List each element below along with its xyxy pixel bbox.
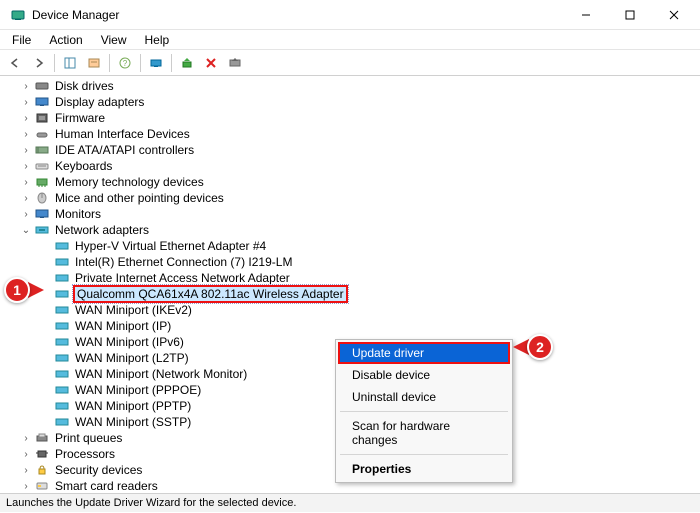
toolbar-separator: [109, 54, 110, 72]
ide-icon: [34, 143, 50, 157]
disable-button[interactable]: [224, 52, 246, 74]
mouse-icon: [34, 191, 50, 205]
uninstall-button[interactable]: [200, 52, 222, 74]
hid-icon: [34, 127, 50, 141]
toolbar-separator: [140, 54, 141, 72]
tree-item[interactable]: › Memory technology devices: [8, 174, 700, 190]
tree-item[interactable]: › Firmware: [8, 110, 700, 126]
collapse-icon[interactable]: ⌄: [20, 225, 32, 236]
tree-item[interactable]: Private Internet Access Network Adapter: [8, 270, 700, 286]
help-button[interactable]: ?: [114, 52, 136, 74]
disk-icon: [34, 79, 50, 93]
expand-icon[interactable]: ›: [20, 481, 32, 492]
tree-item[interactable]: Hyper-V Virtual Ethernet Adapter #4: [8, 238, 700, 254]
menu-help[interactable]: Help: [137, 31, 178, 49]
minimize-button[interactable]: [564, 0, 608, 30]
keyboard-icon: [34, 159, 50, 173]
app-icon: [10, 7, 26, 23]
adapter-icon: [54, 303, 70, 317]
adapter-icon: [54, 399, 70, 413]
menu-action[interactable]: Action: [41, 31, 90, 49]
context-menu-scan[interactable]: Scan for hardware changes: [338, 415, 510, 451]
tree-item[interactable]: › Display adapters: [8, 94, 700, 110]
titlebar: Device Manager: [0, 0, 700, 30]
expand-icon[interactable]: ›: [20, 209, 32, 220]
tree-item[interactable]: › IDE ATA/ATAPI controllers: [8, 142, 700, 158]
adapter-icon: [54, 319, 70, 333]
monitor-icon: [34, 207, 50, 221]
menu-file[interactable]: File: [4, 31, 39, 49]
toolbar-separator: [171, 54, 172, 72]
smartcard-icon: [34, 479, 50, 493]
context-menu-disable[interactable]: Disable device: [338, 364, 510, 386]
menu-view[interactable]: View: [93, 31, 135, 49]
printer-icon: [34, 431, 50, 445]
context-menu-separator: [340, 411, 508, 412]
context-menu-properties[interactable]: Properties: [338, 458, 510, 480]
adapter-icon: [54, 239, 70, 253]
expand-icon[interactable]: ›: [20, 81, 32, 92]
close-button[interactable]: [652, 0, 696, 30]
expand-icon[interactable]: ›: [20, 145, 32, 156]
properties-button[interactable]: [83, 52, 105, 74]
toolbar-separator: [54, 54, 55, 72]
firmware-icon: [34, 111, 50, 125]
statusbar-text: Launches the Update Driver Wizard for th…: [6, 497, 296, 509]
annotation-callout-1: 1: [4, 277, 30, 303]
tree-item-network-adapters[interactable]: ⌄ Network adapters: [8, 222, 700, 238]
scan-hardware-button[interactable]: [145, 52, 167, 74]
svg-text:?: ?: [123, 59, 128, 68]
tree-item[interactable]: › Keyboards: [8, 158, 700, 174]
expand-icon[interactable]: ›: [20, 97, 32, 108]
tree-item[interactable]: › Monitors: [8, 206, 700, 222]
processor-icon: [34, 447, 50, 461]
adapter-icon: [54, 367, 70, 381]
window-title: Device Manager: [32, 8, 119, 22]
context-menu-update-driver[interactable]: Update driver: [338, 342, 510, 364]
network-icon: [34, 223, 50, 237]
display-icon: [34, 95, 50, 109]
tree-item[interactable]: › Disk drives: [8, 78, 700, 94]
statusbar: Launches the Update Driver Wizard for th…: [0, 494, 700, 512]
expand-icon[interactable]: ›: [20, 193, 32, 204]
maximize-button[interactable]: [608, 0, 652, 30]
tree-item[interactable]: WAN Miniport (IP): [8, 318, 700, 334]
adapter-icon: [54, 383, 70, 397]
window-controls: [564, 0, 696, 30]
adapter-icon: [54, 287, 70, 301]
expand-icon[interactable]: ›: [20, 129, 32, 140]
menubar: File Action View Help: [0, 30, 700, 50]
adapter-icon: [54, 415, 70, 429]
adapter-icon: [54, 255, 70, 269]
show-hide-button[interactable]: [59, 52, 81, 74]
tree-item-qualcomm-adapter[interactable]: Qualcomm QCA61x4A 802.11ac Wireless Adap…: [8, 286, 700, 302]
tree-item[interactable]: › Mice and other pointing devices: [8, 190, 700, 206]
back-button[interactable]: [4, 52, 26, 74]
adapter-icon: [54, 271, 70, 285]
context-menu-separator: [340, 454, 508, 455]
tree-item[interactable]: WAN Miniport (IKEv2): [8, 302, 700, 318]
annotation-tail: [28, 282, 44, 298]
toolbar: ?: [0, 50, 700, 76]
expand-icon[interactable]: ›: [20, 433, 32, 444]
expand-icon[interactable]: ›: [20, 465, 32, 476]
expand-icon[interactable]: ›: [20, 113, 32, 124]
tree-item[interactable]: › Human Interface Devices: [8, 126, 700, 142]
adapter-icon: [54, 351, 70, 365]
expand-icon[interactable]: ›: [20, 161, 32, 172]
memory-icon: [34, 175, 50, 189]
forward-button[interactable]: [28, 52, 50, 74]
device-tree: › Disk drives › Display adapters › Firmw…: [0, 76, 700, 494]
expand-icon[interactable]: ›: [20, 449, 32, 460]
expand-icon[interactable]: ›: [20, 177, 32, 188]
context-menu-uninstall[interactable]: Uninstall device: [338, 386, 510, 408]
tree-item[interactable]: Intel(R) Ethernet Connection (7) I219-LM: [8, 254, 700, 270]
adapter-icon: [54, 335, 70, 349]
security-icon: [34, 463, 50, 477]
annotation-callout-2: 2: [527, 334, 553, 360]
context-menu: Update driver Disable device Uninstall d…: [335, 339, 513, 483]
update-driver-button[interactable]: [176, 52, 198, 74]
